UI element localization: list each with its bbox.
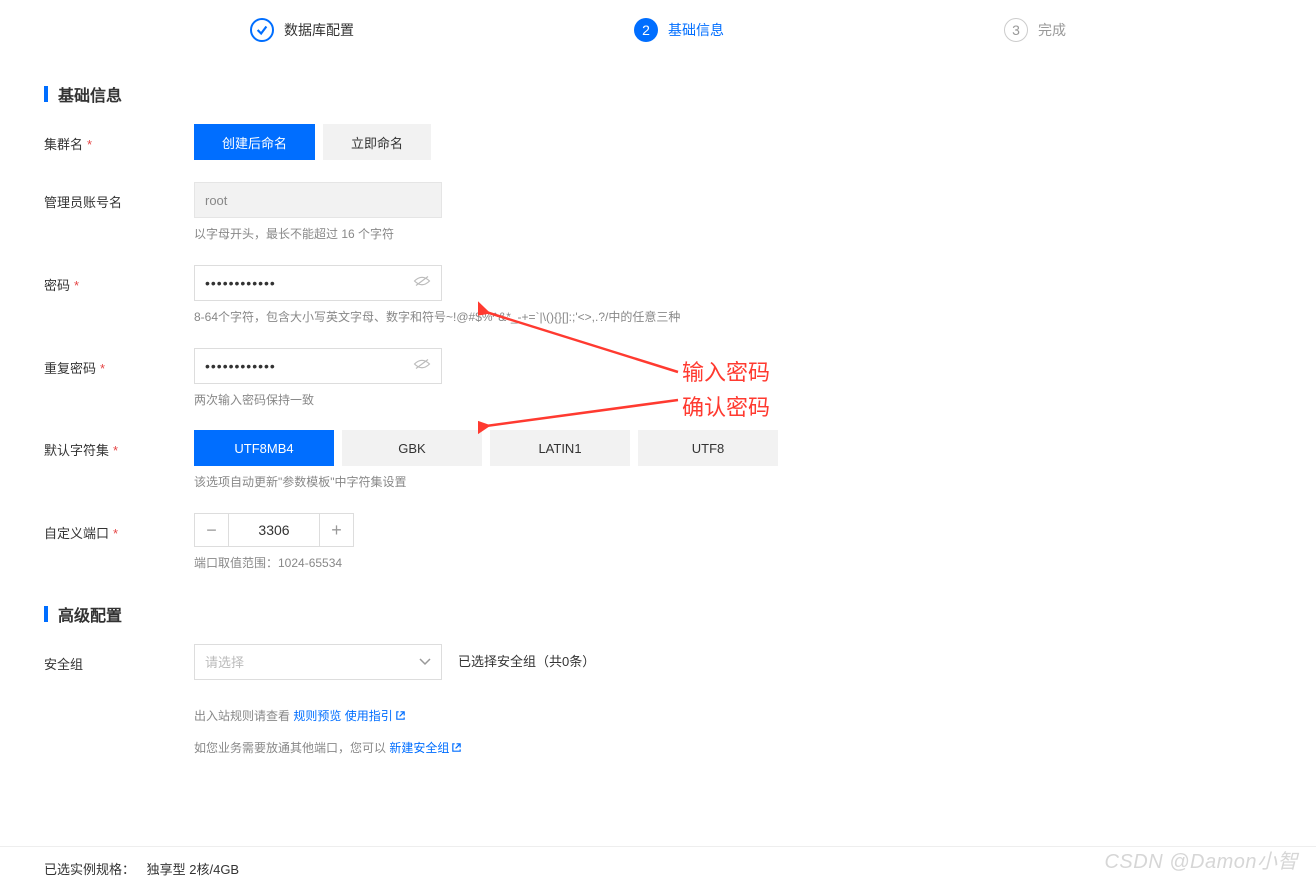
row-custom-port: 自定义端口* − + 端口取值范围：1024-65534 bbox=[44, 513, 1272, 572]
row-security-group: 安全组 请选择 已选择安全组（共0条） 出入站规则请查看 规则预览 使用指引 如… bbox=[44, 644, 1272, 758]
repeat-password-field[interactable] bbox=[194, 348, 442, 384]
row-password: 密码* 8-64个字符，包含大小写英文字母、数字和符号~!@#$%^&*_-+=… bbox=[44, 265, 1272, 326]
tab-name-after-create[interactable]: 创建后命名 bbox=[194, 124, 315, 160]
admin-account-input bbox=[194, 182, 442, 218]
security-group-select[interactable]: 请选择 bbox=[194, 644, 442, 680]
row-admin-account: 管理员账号名 以字母开头，最长不能超过 16 个字符 bbox=[44, 182, 1272, 243]
create-sg-link[interactable]: 新建安全组 bbox=[389, 741, 462, 755]
step-3-circle: 3 bbox=[1004, 18, 1028, 42]
password-field[interactable] bbox=[194, 265, 442, 301]
password-input[interactable] bbox=[205, 275, 413, 291]
charset-gbk[interactable]: GBK bbox=[342, 430, 482, 466]
label-security-group: 安全组 bbox=[44, 644, 194, 673]
form-content: 基础信息 集群名* 创建后命名 立即命名 管理员账号名 以字母开头，最长不能超过… bbox=[0, 82, 1316, 860]
admin-account-hint: 以字母开头，最长不能超过 16 个字符 bbox=[194, 226, 1272, 243]
step-2-label: 基础信息 bbox=[668, 20, 724, 40]
row-repeat-password: 重复密码* 两次输入密码保持一致 bbox=[44, 348, 1272, 409]
step-3[interactable]: 3 完成 bbox=[1004, 18, 1066, 42]
label-password: 密码* bbox=[44, 265, 194, 294]
rules-preview-link[interactable]: 规则预览 bbox=[293, 709, 341, 723]
repeat-password-hint: 两次输入密码保持一致 bbox=[194, 392, 1272, 409]
section-basic-title: 基础信息 bbox=[44, 82, 1272, 106]
port-decrement[interactable]: − bbox=[195, 514, 229, 546]
port-hint: 端口取值范围：1024-65534 bbox=[194, 555, 1272, 572]
row-charset: 默认字符集* UTF8MB4 GBK LATIN1 UTF8 该选项自动更新"参… bbox=[44, 430, 1272, 491]
password-hint: 8-64个字符，包含大小写英文字母、数字和符号~!@#$%^&*_-+=`|\(… bbox=[194, 309, 1272, 326]
footer-value: 独享型 2核/4GB bbox=[147, 862, 239, 877]
select-placeholder: 请选择 bbox=[205, 652, 244, 671]
label-charset: 默认字符集* bbox=[44, 430, 194, 459]
charset-hint: 该选项自动更新"参数模板"中字符集设置 bbox=[194, 474, 1272, 491]
step-3-label: 完成 bbox=[1038, 20, 1066, 40]
port-stepper: − + bbox=[194, 513, 354, 547]
repeat-password-input[interactable] bbox=[205, 358, 413, 374]
footer-label: 已选实例规格： bbox=[44, 862, 135, 877]
chevron-down-icon bbox=[419, 654, 431, 669]
eye-off-icon[interactable] bbox=[413, 357, 431, 374]
eye-off-icon[interactable] bbox=[413, 274, 431, 291]
charset-options: UTF8MB4 GBK LATIN1 UTF8 bbox=[194, 430, 1272, 466]
sg-rules-line: 出入站规则请查看 规则预览 使用指引 bbox=[194, 708, 1272, 726]
wizard-steps: 数据库配置 2 基础信息 3 完成 bbox=[0, 0, 1316, 52]
port-input[interactable] bbox=[229, 514, 319, 546]
selected-sg-count: 已选择安全组（共0条） bbox=[458, 644, 595, 680]
label-custom-port: 自定义端口* bbox=[44, 513, 194, 542]
tab-name-now[interactable]: 立即命名 bbox=[323, 124, 431, 160]
check-circle-icon bbox=[250, 18, 274, 42]
charset-latin1[interactable]: LATIN1 bbox=[490, 430, 630, 466]
section-advanced-title: 高级配置 bbox=[44, 602, 1272, 626]
step-2[interactable]: 2 基础信息 bbox=[634, 18, 724, 42]
external-link-icon bbox=[451, 741, 462, 758]
row-cluster-name: 集群名* 创建后命名 立即命名 bbox=[44, 124, 1272, 160]
sg-ports-line: 如您业务需要放通其他端口，您可以 新建安全组 bbox=[194, 740, 1272, 758]
footer-bar: 已选实例规格： 独享型 2核/4GB bbox=[0, 846, 1316, 890]
cluster-name-tabs: 创建后命名 立即命名 bbox=[194, 124, 1272, 160]
label-cluster-name: 集群名* bbox=[44, 124, 194, 153]
step-1[interactable]: 数据库配置 bbox=[250, 18, 354, 42]
charset-utf8mb4[interactable]: UTF8MB4 bbox=[194, 430, 334, 466]
step-1-label: 数据库配置 bbox=[284, 20, 354, 40]
usage-guide-link[interactable]: 使用指引 bbox=[345, 709, 406, 723]
port-increment[interactable]: + bbox=[319, 514, 353, 546]
charset-utf8[interactable]: UTF8 bbox=[638, 430, 778, 466]
external-link-icon bbox=[395, 709, 406, 726]
label-admin-account: 管理员账号名 bbox=[44, 182, 194, 211]
label-repeat-password: 重复密码* bbox=[44, 348, 194, 377]
step-2-circle: 2 bbox=[634, 18, 658, 42]
